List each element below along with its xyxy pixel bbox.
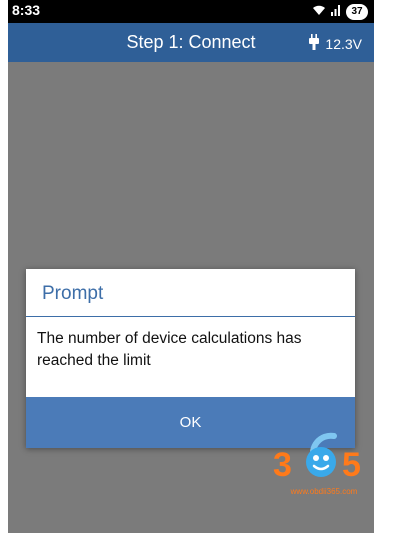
signal-icon [330,3,342,21]
obdii365-logo-icon: 3 5 [273,432,361,484]
dialog-divider [26,316,355,317]
plug-icon [309,34,320,53]
dialog-message: The number of device calculations has re… [37,330,302,369]
dialog-title: Prompt [42,283,104,304]
watermark-url: www.obdii365.com [290,487,358,496]
svg-text:3: 3 [273,446,292,484]
status-icons: 37 [312,3,368,20]
status-bar: 8:33 37 [8,0,374,23]
wifi-icon [312,3,326,21]
voltage-value: 12.3V [325,35,362,52]
watermark-logo: 3 5 www.obdii365.com [270,420,378,505]
app-bar: Step 1: Connect 12.3V [8,23,374,62]
voltage-indicator: 12.3V [309,34,362,53]
battery-icon: 37 [346,3,368,20]
svg-text:5: 5 [342,446,361,484]
status-time: 8:33 [12,2,41,18]
